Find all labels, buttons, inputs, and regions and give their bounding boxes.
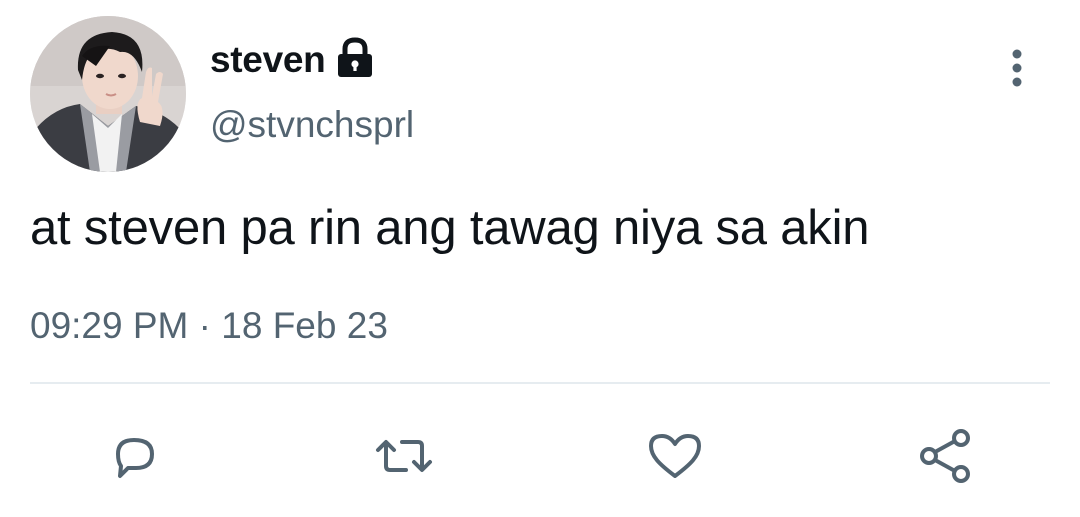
more-options-button[interactable] bbox=[1000, 44, 1034, 92]
lock-icon bbox=[335, 37, 375, 79]
display-name-row: steven bbox=[210, 37, 375, 82]
reply-button[interactable] bbox=[104, 426, 164, 486]
tweet-time[interactable]: 09:29 PM bbox=[30, 305, 188, 346]
timestamp-separator: · bbox=[198, 305, 211, 346]
timestamp-row: 09:29 PM · 18 Feb 23 bbox=[30, 305, 388, 347]
tweet-date[interactable]: 18 Feb 23 bbox=[221, 305, 388, 346]
tweet-card: steven @stvnchsprl at steven pa rin ang … bbox=[0, 0, 1080, 517]
retweet-icon bbox=[376, 440, 432, 472]
more-vertical-icon bbox=[1012, 49, 1022, 87]
heart-icon bbox=[649, 434, 701, 478]
avatar-image bbox=[30, 16, 186, 172]
avatar[interactable] bbox=[30, 16, 186, 172]
reply-icon bbox=[116, 438, 154, 478]
share-button[interactable] bbox=[915, 426, 975, 486]
divider bbox=[30, 382, 1050, 384]
share-icon bbox=[920, 429, 970, 483]
like-button[interactable] bbox=[645, 426, 705, 486]
display-name[interactable]: steven bbox=[210, 39, 326, 81]
retweet-button[interactable] bbox=[374, 426, 434, 486]
user-handle[interactable]: @stvnchsprl bbox=[210, 104, 414, 146]
tweet-text: at steven pa rin ang tawag niya sa akin bbox=[30, 201, 870, 255]
